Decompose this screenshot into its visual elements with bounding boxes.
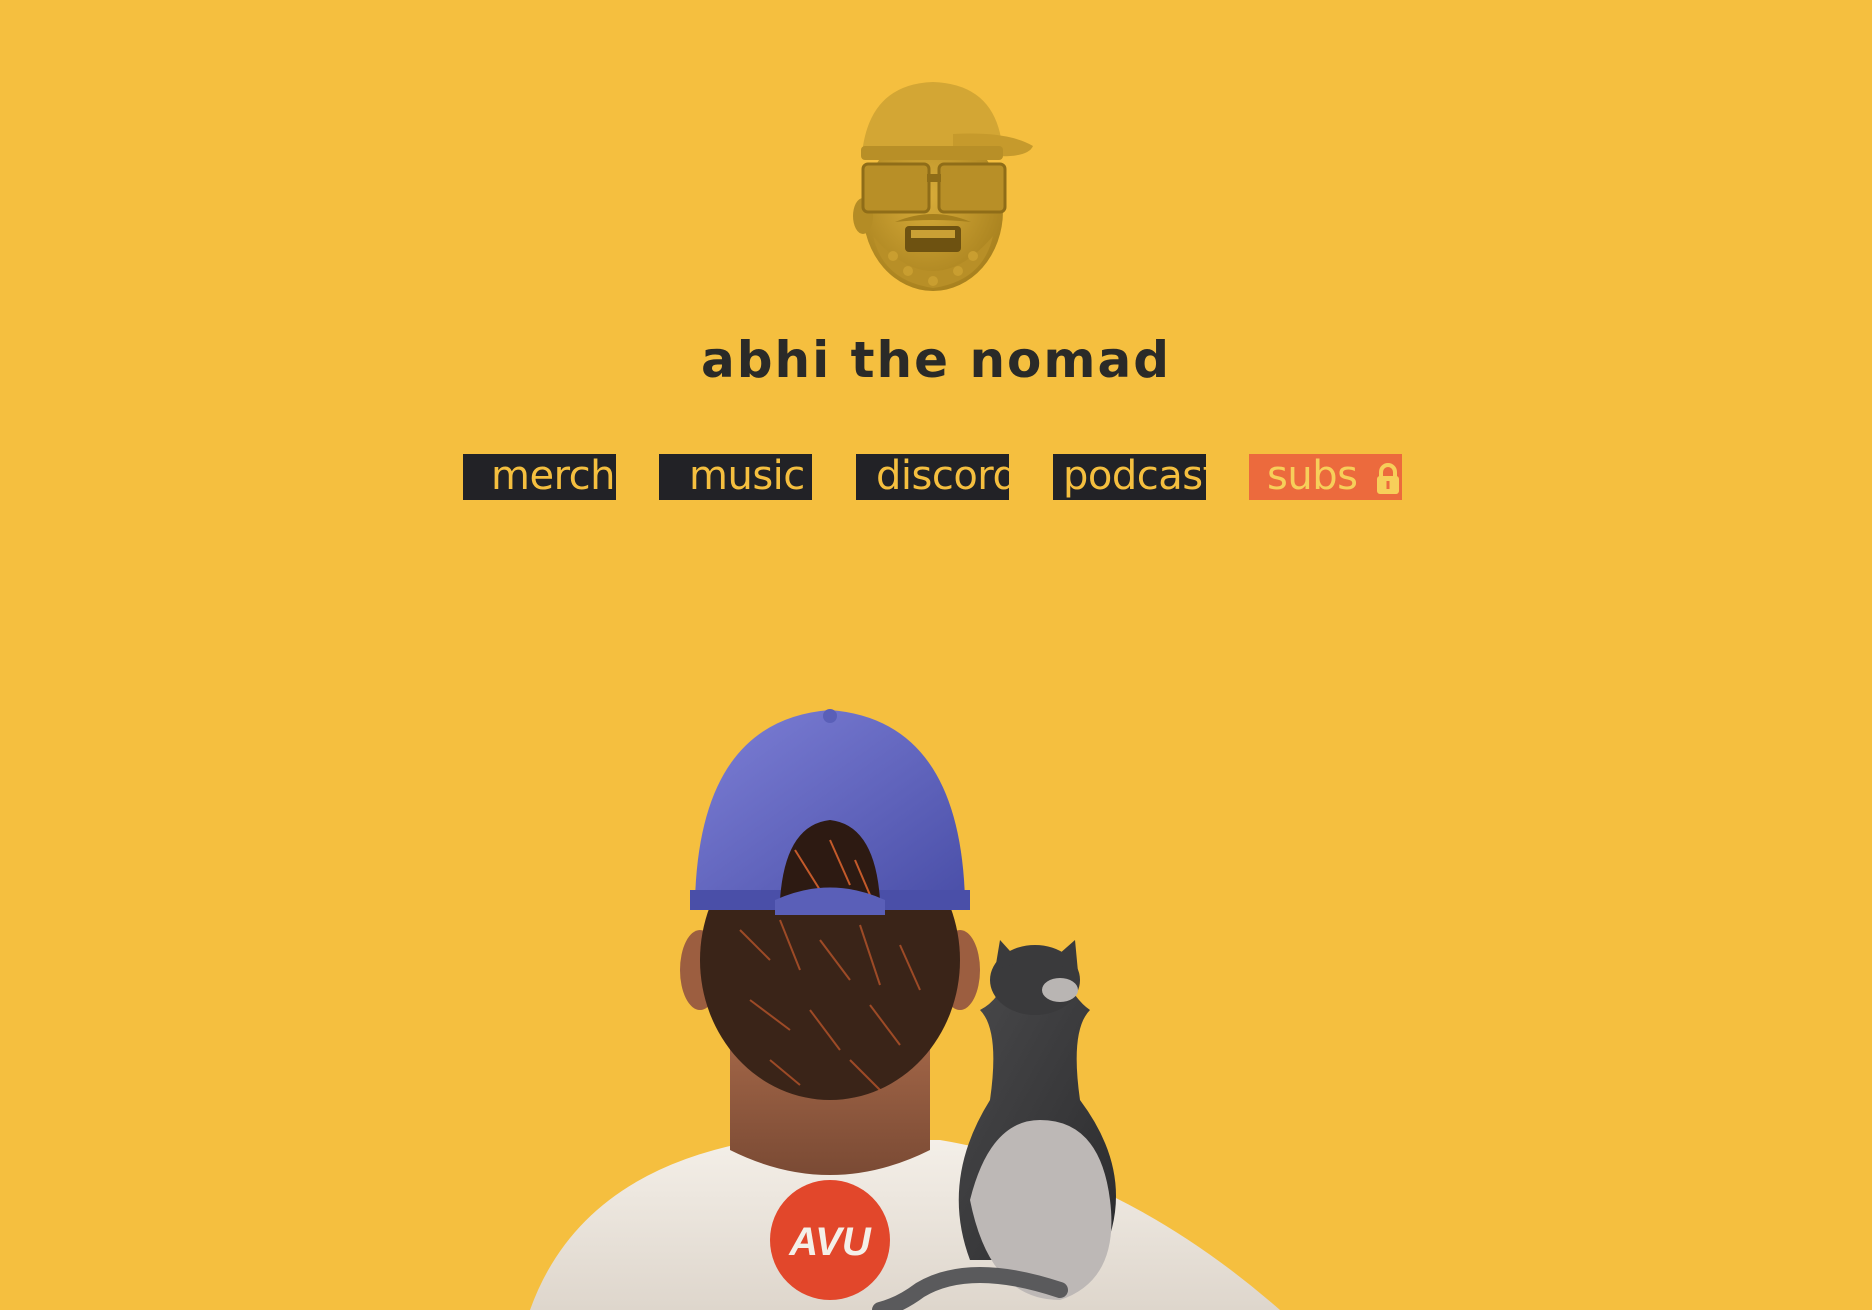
nav-discord-button[interactable]: discord bbox=[856, 454, 1009, 500]
nav-music-label: music bbox=[689, 454, 805, 499]
nav-podcast-label: podcast bbox=[1063, 454, 1206, 499]
nav-subs-label: subs bbox=[1267, 454, 1358, 499]
nav-merch-label: merch bbox=[491, 454, 615, 499]
shirt-logo-text: AVU bbox=[788, 1220, 872, 1264]
nav-podcast-button[interactable]: podcast bbox=[1053, 454, 1206, 500]
shirt-logo: AVU bbox=[770, 1180, 890, 1300]
site-title: abhi the nomad bbox=[700, 331, 1172, 389]
hero-illustration: AVU bbox=[530, 709, 1280, 1310]
page: abhi the nomad merch music discord podca… bbox=[0, 0, 1872, 1310]
nav-discord-label: discord bbox=[876, 454, 1009, 499]
nav-subs-button[interactable]: subs bbox=[1249, 454, 1402, 500]
nav-merch-button[interactable]: merch bbox=[463, 454, 616, 500]
lock-icon bbox=[1377, 463, 1399, 494]
avatar-logo[interactable] bbox=[833, 76, 1043, 296]
nav-music-button[interactable]: music bbox=[659, 454, 812, 500]
